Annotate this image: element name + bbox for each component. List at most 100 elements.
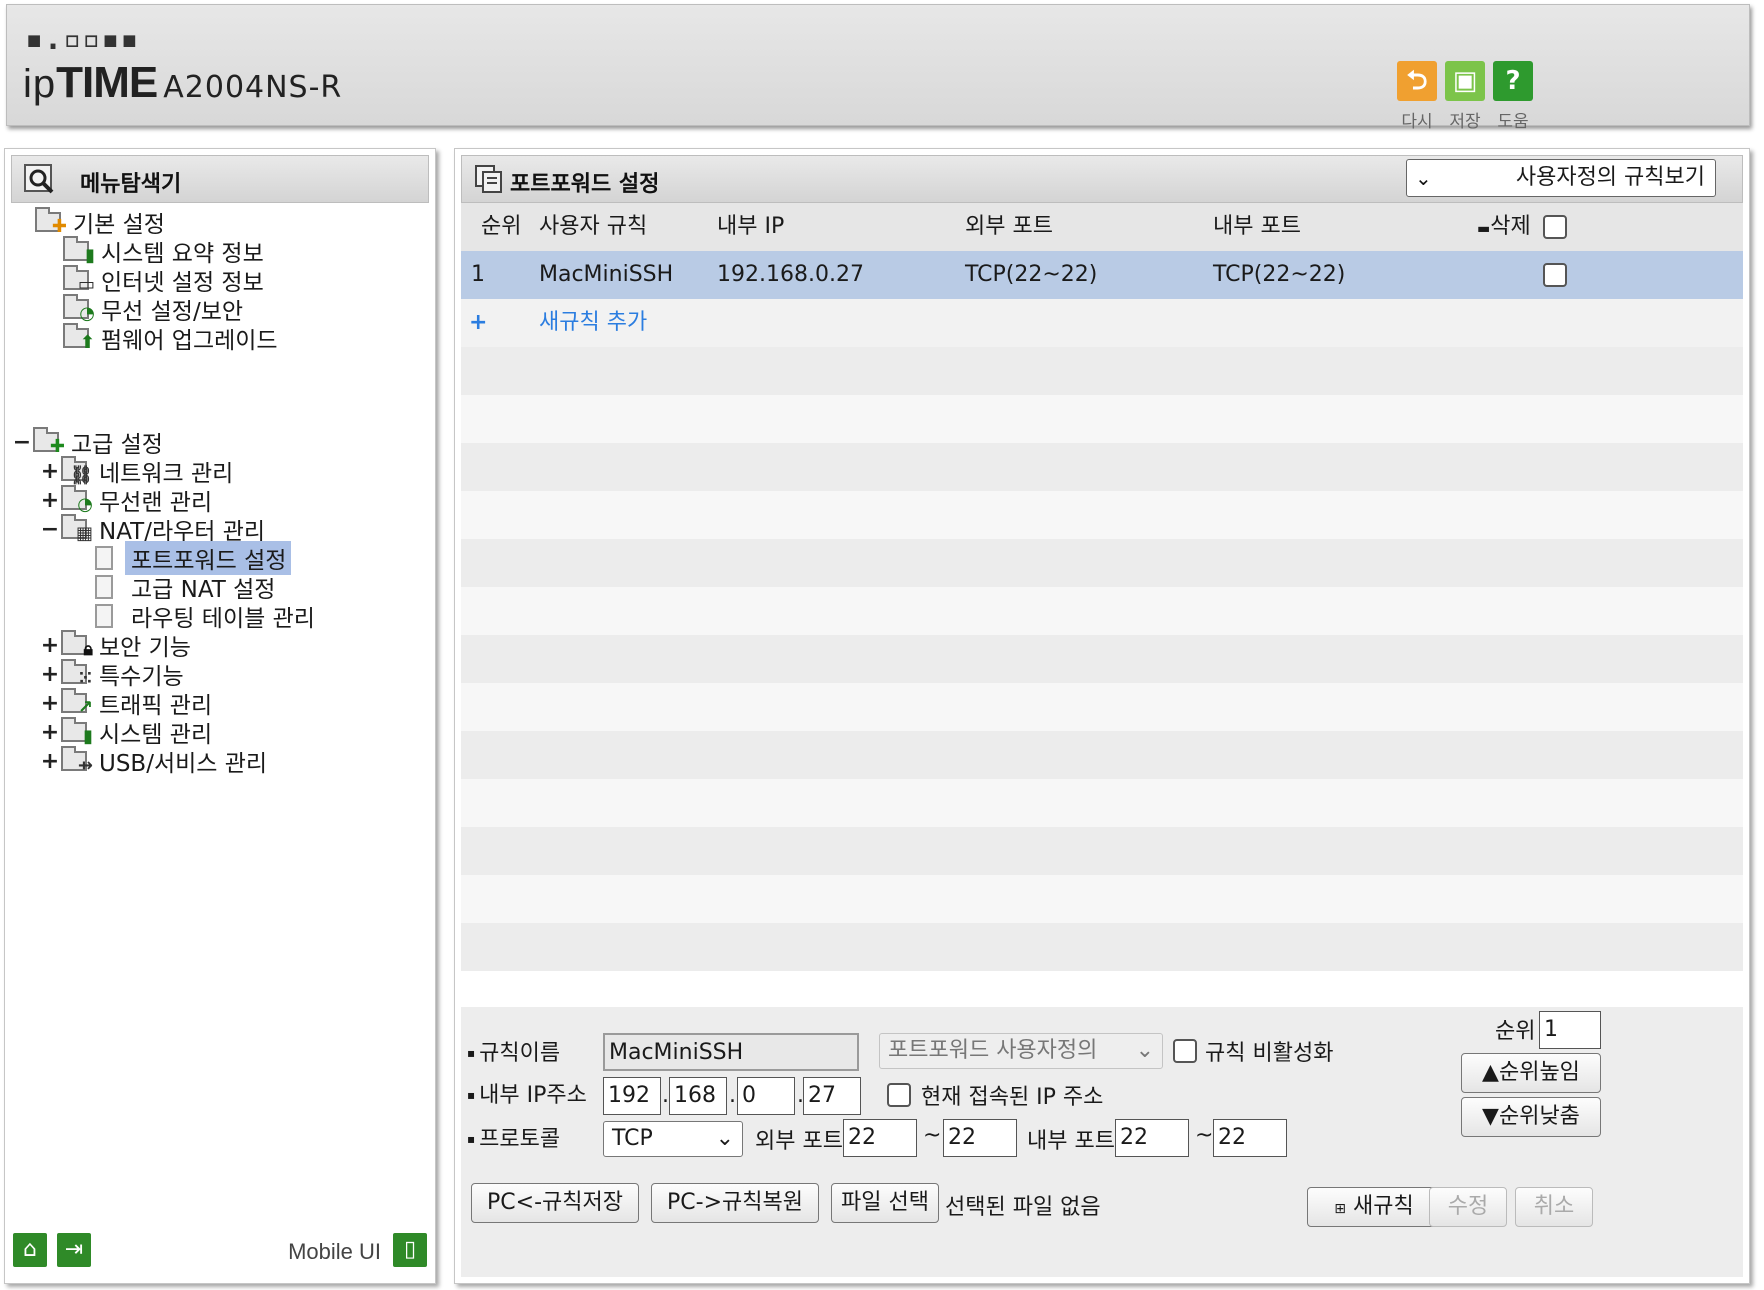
tree-basic-settings[interactable]: ✚ 기본 설정 [13,207,165,238]
table-row[interactable]: 1 MacMiniSSH 192.168.0.27 TCP(22~22) TCP… [461,251,1743,299]
cell-order: 1 [471,262,485,287]
protocol-select[interactable]: TCP ⌄ [603,1121,743,1157]
menu-explorer: 메뉴탐색기 ✚ 기본 설정 ▮ 시스템 요약 정보 ▭ 인터넷 설정 정보 ◔ … [4,148,436,1284]
mobile-phone-icon[interactable]: ▯ [393,1233,427,1267]
tree-item-usb-service[interactable]: + ⇸ USB/서비스 관리 [39,746,268,777]
tree-item-internet-info[interactable]: ▭ 인터넷 설정 정보 [41,265,264,296]
file-select-button[interactable]: 파일 선택 [831,1183,939,1223]
int-port-label: 내부 포트 [1027,1129,1115,1154]
empty-row [461,875,1743,923]
tree-item-network[interactable]: + ⛓ 네트워크 관리 [39,456,233,487]
floppy-icon: ▣ [1445,61,1485,101]
wifi-icon: ◔ [63,294,95,323]
tree-label: 펌웨어 업그레이드 [101,328,278,354]
row-delete-checkbox[interactable] [1543,263,1567,287]
expand-icon[interactable]: + [39,691,61,716]
current-ip-checkbox[interactable] [887,1083,911,1107]
lower-order-button[interactable]: ▼순위낮춤 [1461,1097,1601,1137]
expand-icon[interactable]: + [39,459,61,484]
pages-icon [475,165,502,193]
col-external-port: 외부 포트 [965,214,1053,239]
tree-item-traffic[interactable]: + ↗ 트래픽 관리 [39,688,212,719]
empty-row [461,491,1743,539]
tree-item-firmware-upgrade[interactable]: ⬆ 펌웨어 업그레이드 [41,323,278,354]
logout-icon[interactable]: ⇥ [57,1233,91,1267]
preset-select[interactable]: 포트포워드 사용자정의 ⌄ [879,1033,1163,1069]
protocol-value: TCP [612,1126,653,1151]
tree-item-wlan[interactable]: + ◔ 무선랜 관리 [39,485,212,516]
tree-item-system-summary[interactable]: ▮ 시스템 요약 정보 [41,236,264,267]
lock-icon: 🔒︎ [61,630,93,659]
port-forward-panel: 포트포워드 설정 ⌄ 사용자정의 규칙보기 순위 사용자 규칙 내부 IP 외부… [454,148,1750,1284]
ext-port-to-input[interactable]: 22 [943,1119,1017,1157]
save-button[interactable]: ▣ 저장 [1443,61,1487,132]
tree-item-wireless-security[interactable]: ◔ 무선 설정/보안 [41,294,243,325]
help-button[interactable]: ? 도움 [1491,61,1535,132]
ip-octet-3[interactable]: 0 [737,1077,795,1115]
add-rule-link[interactable]: 새규칙 추가 [539,299,647,347]
page-icon [95,575,113,599]
current-ip-label: 현재 접속된 IP 주소 [921,1085,1104,1110]
empty-row [461,731,1743,779]
raise-order-button[interactable]: ▲순위높임 [1461,1053,1601,1093]
int-port-from-input[interactable]: 22 [1115,1119,1189,1157]
empty-row [461,539,1743,587]
col-delete: ▬삭제 [1477,214,1531,239]
ip-octet-1[interactable]: 192 [603,1077,661,1115]
collapse-icon[interactable]: − [39,517,61,542]
expand-icon[interactable]: + [39,720,61,745]
folder-icon: ✚ [33,427,65,456]
add-rule-row[interactable]: + 새규칙 추가 [461,299,1743,347]
tree-item-system[interactable]: + ▮ 시스템 관리 [39,717,212,748]
page-icon [95,546,113,570]
monitor-icon: ▭ [63,265,95,294]
tree-item-security[interactable]: + 🔒︎ 보안 기능 [39,630,191,661]
upload-icon: ⬆ [63,323,95,352]
logo-dots: ▪.▫▫▪▪ [25,22,140,57]
save-to-pc-button[interactable]: PC<-규칙저장 [471,1183,639,1223]
plus-box-icon: ⊞ [1334,1201,1346,1217]
app-header: ▪.▫▫▪▪ ipTIME A2004NS-R ⮌ 다시 ▣ 저장 ? 도움 [6,4,1750,132]
order-label: 순위 [1495,1019,1536,1044]
home-icon[interactable]: ⌂ [13,1233,47,1267]
order-input[interactable]: 1 [1539,1011,1601,1049]
tree-item-port-forward[interactable]: 포트포워드 설정 [95,541,291,575]
restore-from-pc-button[interactable]: PC->규칙복원 [651,1183,819,1223]
ip-octet-2[interactable]: 168 [669,1077,727,1115]
router-icon: ▦ [61,514,93,543]
tree-item-nat-router[interactable]: − ▦ NAT/라우터 관리 [39,514,265,545]
empty-row [461,587,1743,635]
ip-octet-4[interactable]: 27 [803,1077,861,1115]
tree-advanced-settings[interactable]: − ✚ 고급 설정 [11,427,163,458]
ext-port-from-input[interactable]: 22 [843,1119,917,1157]
expand-icon[interactable]: + [39,633,61,658]
empty-row [461,347,1743,395]
port-forward-table: 순위 사용자 규칙 내부 IP 외부 포트 내부 포트 ▬삭제 1 MacMin… [461,203,1743,971]
rule-view-select[interactable]: ⌄ 사용자정의 규칙보기 [1406,159,1716,197]
new-rule-button[interactable]: ⊞ 새규칙 [1307,1187,1441,1227]
mobile-ui-label[interactable]: Mobile UI [288,1239,381,1265]
menu-explorer-header: 메뉴탐색기 [11,155,429,203]
help-icon: ? [1493,61,1533,101]
empty-row [461,923,1743,971]
empty-row [461,635,1743,683]
expand-icon[interactable]: + [39,662,61,687]
tree-item-routing-table[interactable]: 라우팅 테이블 관리 [95,601,321,632]
tree-item-advanced-nat[interactable]: 고급 NAT 설정 [95,572,281,603]
help-label: 도움 [1497,112,1529,132]
chevron-down-icon: ⌄ [1415,166,1432,190]
sidebar-footer: ⌂ ⇥ Mobile UI ▯ [13,1233,427,1273]
modify-button[interactable]: 수정 [1429,1187,1507,1227]
rule-name-input[interactable]: MacMiniSSH [603,1033,859,1071]
tree-label: USB/서비스 관리 [99,751,268,777]
expand-icon[interactable]: + [39,488,61,513]
cancel-button[interactable]: 취소 [1515,1187,1593,1227]
delete-all-checkbox[interactable] [1543,215,1567,239]
disable-rule-checkbox[interactable] [1173,1039,1197,1063]
collapse-icon[interactable]: − [11,430,33,455]
expand-icon[interactable]: + [39,749,61,774]
plus-icon[interactable]: + [469,299,487,347]
int-port-to-input[interactable]: 22 [1213,1119,1287,1157]
reload-button[interactable]: ⮌ 다시 [1395,61,1439,132]
tree-item-special[interactable]: + ⁙ 특수기능 [39,659,184,690]
